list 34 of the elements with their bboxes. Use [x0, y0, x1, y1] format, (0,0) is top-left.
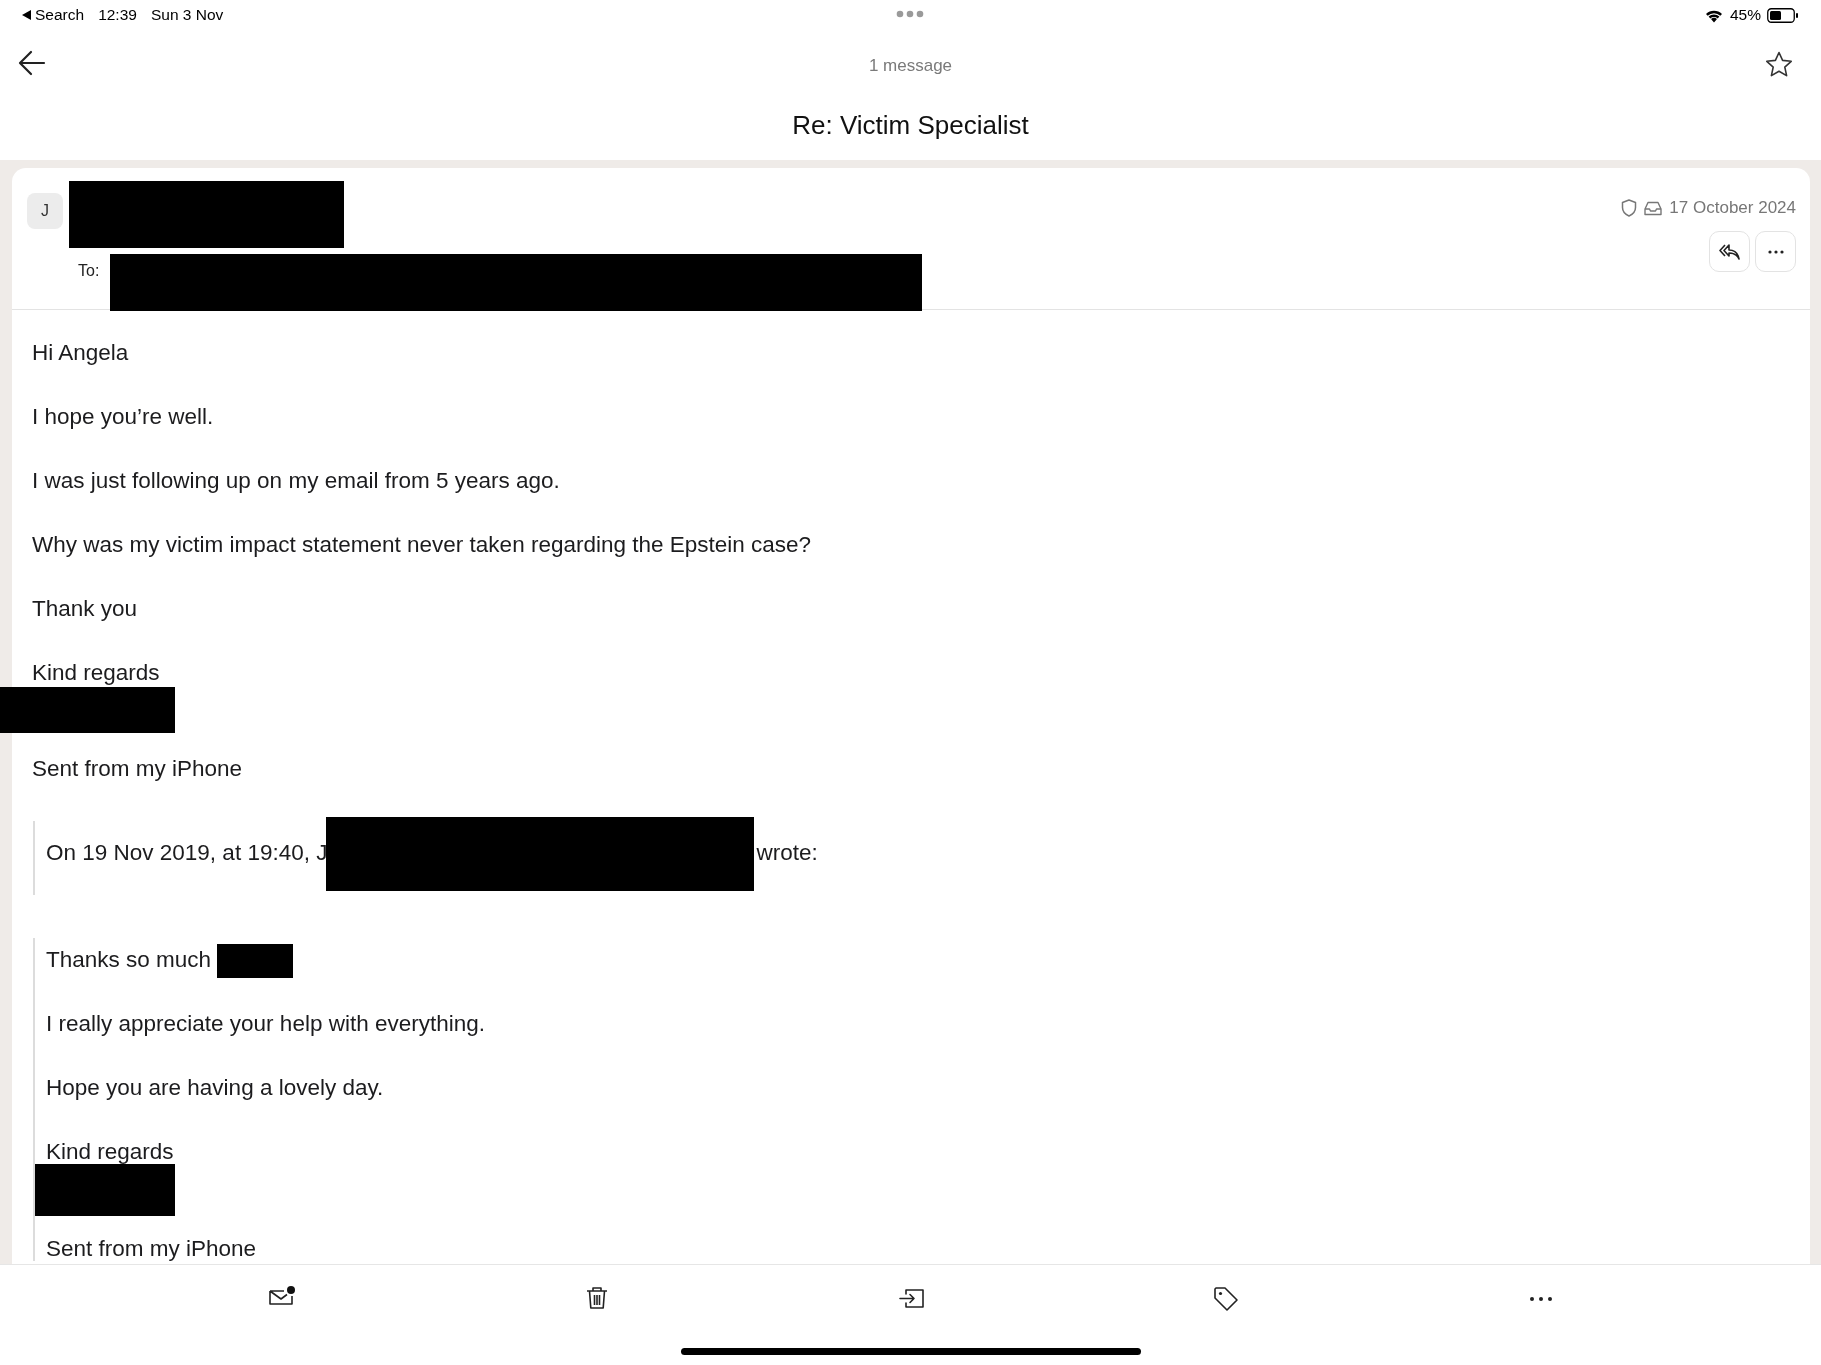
reply-all-button[interactable] [1709, 231, 1750, 272]
ellipsis-icon [1767, 249, 1784, 254]
clock-time: 12:39 [98, 6, 137, 24]
back-to-search-link[interactable]: Search [22, 6, 85, 24]
quoted-text: wrote: [756, 840, 818, 865]
shield-icon [1621, 199, 1638, 217]
back-arrow-icon[interactable] [18, 50, 46, 76]
status-date: Sun 3 Nov [150, 6, 224, 24]
inbox-tray-icon [1644, 200, 1663, 216]
sender-avatar: J [27, 193, 63, 229]
quoted-text: Sent from my iPhone [46, 1236, 257, 1261]
message-date: 17 October 2024 [1669, 198, 1796, 218]
body-text: Thank you [32, 597, 139, 621]
body-text: Why was my victim impact statement never taken regarding the Epstein case? [32, 533, 813, 557]
quoted-text: Hope you are having a lovely day. [46, 1075, 384, 1100]
quoted-text: Kind regards [46, 1139, 174, 1164]
recipient-label: To: [78, 262, 100, 280]
reply-all-icon [1718, 242, 1741, 261]
body-text: Kind regards [32, 661, 161, 685]
quoted-text: Thanks so much [46, 947, 212, 972]
tag-icon[interactable] [1212, 1285, 1241, 1313]
email-subject: Re: Victim Specialist [792, 110, 1029, 141]
body-text: I was just following up on my email from 5 years ago. [32, 469, 561, 493]
message-count: 1 message [868, 56, 953, 76]
multitask-dots-icon[interactable] [896, 10, 924, 18]
caret-icon [22, 10, 31, 20]
star-icon[interactable] [1765, 51, 1793, 78]
quoted-text: I really appreciate your help with everything. [46, 1011, 485, 1036]
quoted-text: On 19 Nov 2019, at 19:40, J [46, 840, 328, 865]
body-text: Sent from my iPhone [32, 757, 244, 781]
body-text: Hi Angela [32, 341, 130, 365]
body-text: I hope you’re well. [32, 405, 215, 429]
battery-icon [1767, 7, 1799, 23]
battery-percent: 45% [1729, 6, 1761, 24]
